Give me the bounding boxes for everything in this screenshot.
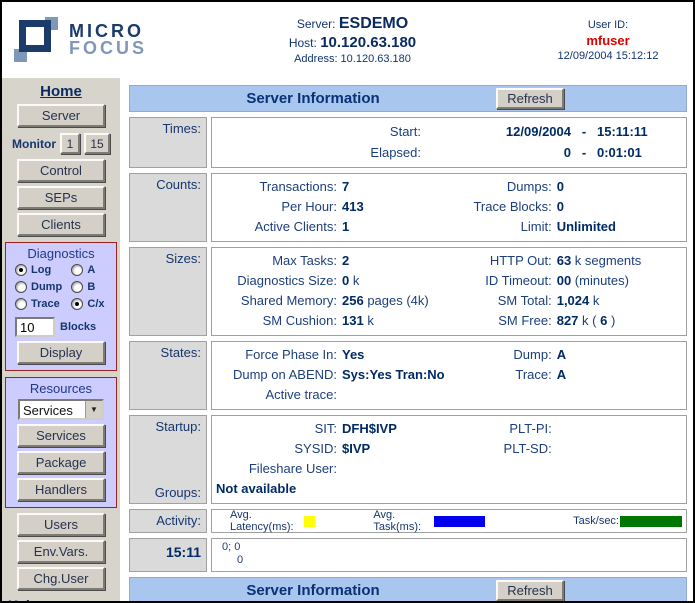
resources-select[interactable]: Services ▼ (18, 399, 104, 420)
counts-label: Counts: (129, 173, 207, 242)
activity-cell: Avg. Latency(ms): Avg. Task(ms): Task/se… (211, 509, 687, 533)
counts-cell: Transactions:7Dumps:0 Per Hour:413Trace … (211, 173, 687, 242)
task-ms-color-bar (434, 516, 485, 527)
sizes-cell: Max Tasks:2HTTP Out:63 k segments Diagno… (211, 247, 687, 336)
server-label: Server: (297, 17, 336, 31)
bottom-title-bar: Server Information Refresh (129, 577, 687, 601)
activity-row: Activity: Avg. Latency(ms): Avg. Task(ms… (129, 509, 687, 533)
envvars-button[interactable]: Env.Vars. (17, 540, 105, 563)
host-value: 10.120.63.180 (320, 34, 416, 51)
chguser-button[interactable]: Chg.User (17, 567, 105, 590)
radio-trace-control[interactable] (15, 298, 27, 310)
diagnostics-box: Diagnostics Log A Dump B Trace C/x Block… (5, 242, 117, 371)
control-button[interactable]: Control (17, 159, 105, 182)
startup-row: Startup: Groups: SIT:DFH$IVPPLT-PI: SYSI… (129, 415, 687, 504)
logo-text: MICRO FOCUS (69, 23, 147, 57)
radio-trace[interactable]: Trace (15, 298, 71, 310)
latency-color-swatch (304, 516, 316, 527)
radio-a-control[interactable] (71, 264, 83, 276)
radio-b-control[interactable] (71, 281, 83, 293)
page: MICRO FOCUS Server: ESDEMO Host: 10.120.… (0, 0, 695, 603)
counts-row: Counts: Transactions:7Dumps:0 Per Hour:4… (129, 173, 687, 242)
states-row: States: Force Phase In:YesDump:A Dump on… (129, 341, 687, 410)
diagnostics-radio-group: Log A Dump B Trace C/x (8, 264, 114, 312)
help-label: Help (8, 597, 120, 601)
monitor-1-button[interactable]: 1 (60, 133, 80, 154)
radio-cx[interactable]: C/x (71, 298, 114, 310)
timeline-value-2: 0 (216, 554, 682, 567)
home-link[interactable]: Home (2, 83, 120, 100)
groups-value: Not available (216, 479, 682, 499)
blocks-row: Blocks (15, 317, 114, 337)
display-button[interactable]: Display (17, 341, 105, 364)
diagnostics-title: Diagnostics (8, 246, 114, 261)
radio-cx-control[interactable] (71, 298, 83, 310)
radio-dump[interactable]: Dump (15, 281, 71, 293)
sizes-row: Sizes: Max Tasks:2HTTP Out:63 k segments… (129, 247, 687, 336)
timeline-row: 15:11 0; 0 0 (129, 538, 687, 572)
radio-a[interactable]: A (71, 264, 114, 276)
states-label: States: (129, 341, 207, 410)
task-sec-color-bar (620, 516, 682, 527)
refresh-button-bottom[interactable]: Refresh (496, 580, 564, 601)
resources-select-value: Services (20, 401, 85, 418)
micro-focus-logo: MICRO FOCUS (2, 17, 172, 63)
page-title: Server Information (130, 90, 496, 107)
package-button[interactable]: Package (17, 451, 105, 474)
radio-log[interactable]: Log (15, 264, 71, 276)
server-button[interactable]: Server (17, 104, 105, 127)
seps-button[interactable]: SEPs (17, 186, 105, 209)
monitor-label: Monitor (12, 137, 56, 151)
timeline-time-label: 15:11 (129, 538, 207, 572)
timeline-cell: 0; 0 0 (211, 538, 687, 572)
radio-dump-control[interactable] (15, 281, 27, 293)
host-label: Host: (289, 36, 317, 50)
avg-task-legend-label: Avg. Task(ms): (373, 509, 433, 533)
task-sec-legend-label: Task/sec: (573, 515, 619, 527)
monitor-row: Monitor 1 15 (2, 133, 120, 154)
server-name: ESDEMO (339, 15, 408, 32)
chevron-down-icon[interactable]: ▼ (85, 401, 102, 418)
clients-button[interactable]: Clients (17, 213, 105, 236)
user-info: User ID: mfuser 12/09/2004 15:12:12 (533, 19, 693, 62)
resources-title: Resources (8, 381, 114, 396)
handlers-button[interactable]: Handlers (17, 478, 105, 501)
page-title-bottom: Server Information (130, 582, 496, 599)
address-line: Address: 10.120.63.180 (172, 53, 533, 65)
radio-log-control[interactable] (15, 264, 27, 276)
activity-label: Activity: (129, 509, 207, 533)
services-button[interactable]: Services (17, 424, 105, 447)
users-button[interactable]: Users (17, 513, 105, 536)
times-cell: Start:12/09/2004-15:11:11 Elapsed:0-0:01… (211, 117, 687, 168)
resources-box: Resources Services ▼ Services Package Ha… (5, 377, 117, 508)
refresh-button-top[interactable]: Refresh (496, 88, 564, 109)
states-cell: Force Phase In:YesDump:A Dump on ABEND:S… (211, 341, 687, 410)
server-identity: Server: ESDEMO Host: 10.120.63.180 Addre… (172, 15, 533, 65)
blocks-input[interactable] (15, 317, 55, 337)
user-id-value: mfuser (533, 33, 683, 48)
times-row: Times: Start:12/09/2004-15:11:11 Elapsed… (129, 117, 687, 168)
blocks-label: Blocks (60, 321, 96, 333)
groups-label: Groups: (130, 485, 201, 500)
main-panel: Server Information Refresh Times: Start:… (120, 78, 693, 601)
monitor-15-button[interactable]: 15 (84, 133, 110, 154)
startup-cell: SIT:DFH$IVPPLT-PI: SYSID:$IVPPLT-SD: Fil… (211, 415, 687, 504)
avg-latency-legend-label: Avg. Latency(ms): (230, 509, 303, 533)
timeline-value-1: 0; 0 (216, 541, 682, 554)
user-id-label: User ID: (533, 19, 683, 31)
micro-focus-logo-icon (14, 17, 60, 63)
header: MICRO FOCUS Server: ESDEMO Host: 10.120.… (2, 2, 693, 78)
times-label: Times: (129, 117, 207, 168)
radio-b[interactable]: B (71, 281, 114, 293)
startup-label: Startup: (130, 419, 201, 434)
sidebar: Home Server Monitor 1 15 Control SEPs Cl… (2, 78, 120, 601)
top-title-bar: Server Information Refresh (129, 85, 687, 112)
sizes-label: Sizes: (129, 247, 207, 336)
startup-label-cell: Startup: Groups: (129, 415, 207, 504)
timestamp: 12/09/2004 15:12:12 (533, 50, 683, 62)
